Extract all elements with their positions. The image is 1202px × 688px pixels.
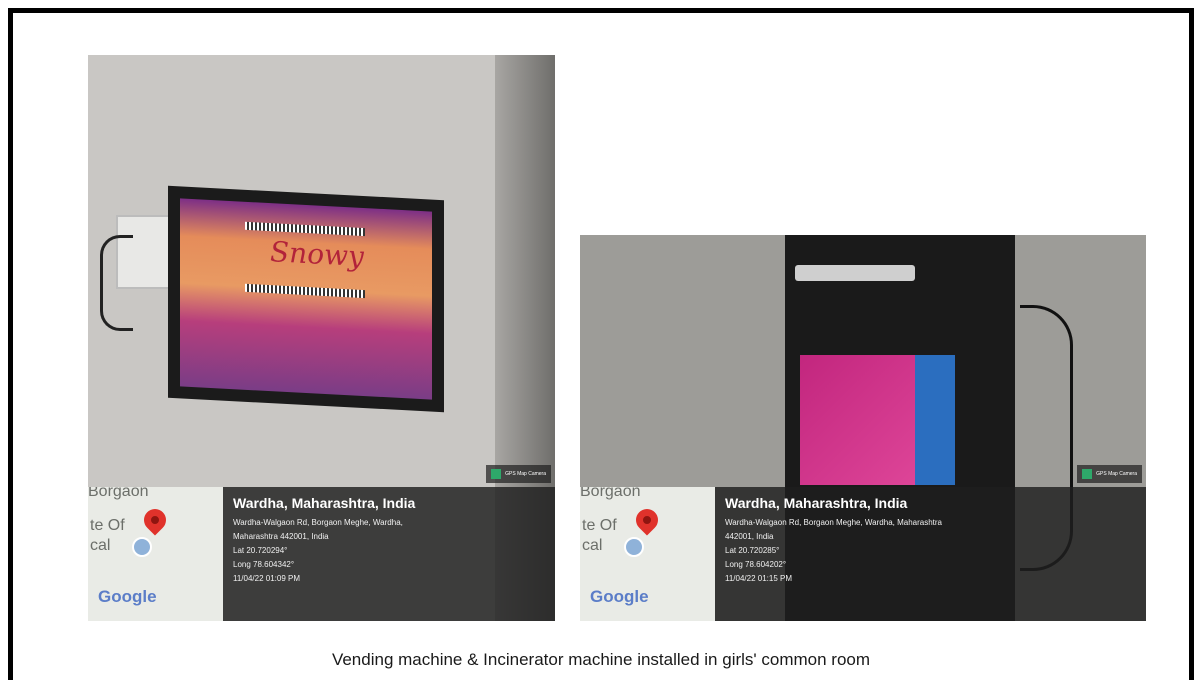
longitude: Long 78.604342° <box>233 560 295 569</box>
gps-badge-label: GPS Map Camera <box>505 471 546 477</box>
gps-camera-icon <box>491 469 502 479</box>
map-label: te Of <box>582 517 617 534</box>
machine-handle <box>795 265 915 281</box>
vending-screen: Snowy <box>168 185 444 413</box>
geotag-info: Wardha, Maharashtra, India Wardha-Walgao… <box>715 487 1146 621</box>
location-dot-icon <box>624 537 644 557</box>
google-logo: Google <box>98 587 157 606</box>
gps-badge-label: GPS Map Camera <box>1096 471 1137 477</box>
map-thumbnail: Borgaon te Of cal Google <box>580 487 715 621</box>
incinerator-machine-photo: GPS Map Camera Borgaon te Of cal Google … <box>580 235 1146 621</box>
map-pin-icon <box>631 504 663 536</box>
location-title: Wardha, Maharashtra, India <box>725 495 908 511</box>
figure-caption: Vending machine & Incinerator machine in… <box>331 650 871 669</box>
power-cable <box>100 235 133 331</box>
address-line: Wardha-Walgaon Rd, Borgaon Meghe, Wardha… <box>725 518 942 527</box>
timestamp: 11/04/22 01:15 PM <box>725 574 793 583</box>
gps-camera-icon <box>1082 469 1093 479</box>
machine-blue-panel <box>915 355 955 485</box>
longitude: Long 78.604202° <box>725 560 787 569</box>
geotag-overlay: Borgaon te Of cal Google Wardha, Maharas… <box>88 487 555 621</box>
latitude: Lat 20.720294° <box>233 546 288 555</box>
map-thumbnail: Borgaon te Of cal Google <box>88 487 223 621</box>
screen-display: Snowy <box>180 198 432 400</box>
google-logo: Google <box>590 587 649 606</box>
address-line: Maharashtra 442001, India <box>233 532 329 541</box>
map-label: cal <box>90 537 111 554</box>
vending-machine-photo: Snowy GPS Map Camera Borgaon te Of cal G… <box>88 55 555 621</box>
gps-badge: GPS Map Camera <box>1077 465 1142 483</box>
latitude: Lat 20.720285° <box>725 546 780 555</box>
screen-barcode <box>245 283 365 299</box>
gps-badge: GPS Map Camera <box>486 465 551 483</box>
location-dot-icon <box>132 537 152 557</box>
map-label: te Of <box>90 517 125 534</box>
map-pin-icon <box>139 504 171 536</box>
screen-brand-text: Snowy <box>270 235 364 274</box>
location-title: Wardha, Maharashtra, India <box>233 495 416 511</box>
geotag-info: Wardha, Maharashtra, India Wardha-Walgao… <box>223 487 555 621</box>
map-label: Borgaon <box>580 487 641 500</box>
timestamp: 11/04/22 01:09 PM <box>233 574 301 583</box>
address-line: Wardha-Walgaon Rd, Borgaon Meghe, Wardha… <box>233 518 403 527</box>
map-label: cal <box>582 537 603 554</box>
screen-barcode <box>245 221 365 237</box>
geotag-overlay: Borgaon te Of cal Google Wardha, Maharas… <box>580 487 1146 621</box>
address-line: 442001, India <box>725 532 774 541</box>
map-label: Borgaon <box>88 487 149 500</box>
